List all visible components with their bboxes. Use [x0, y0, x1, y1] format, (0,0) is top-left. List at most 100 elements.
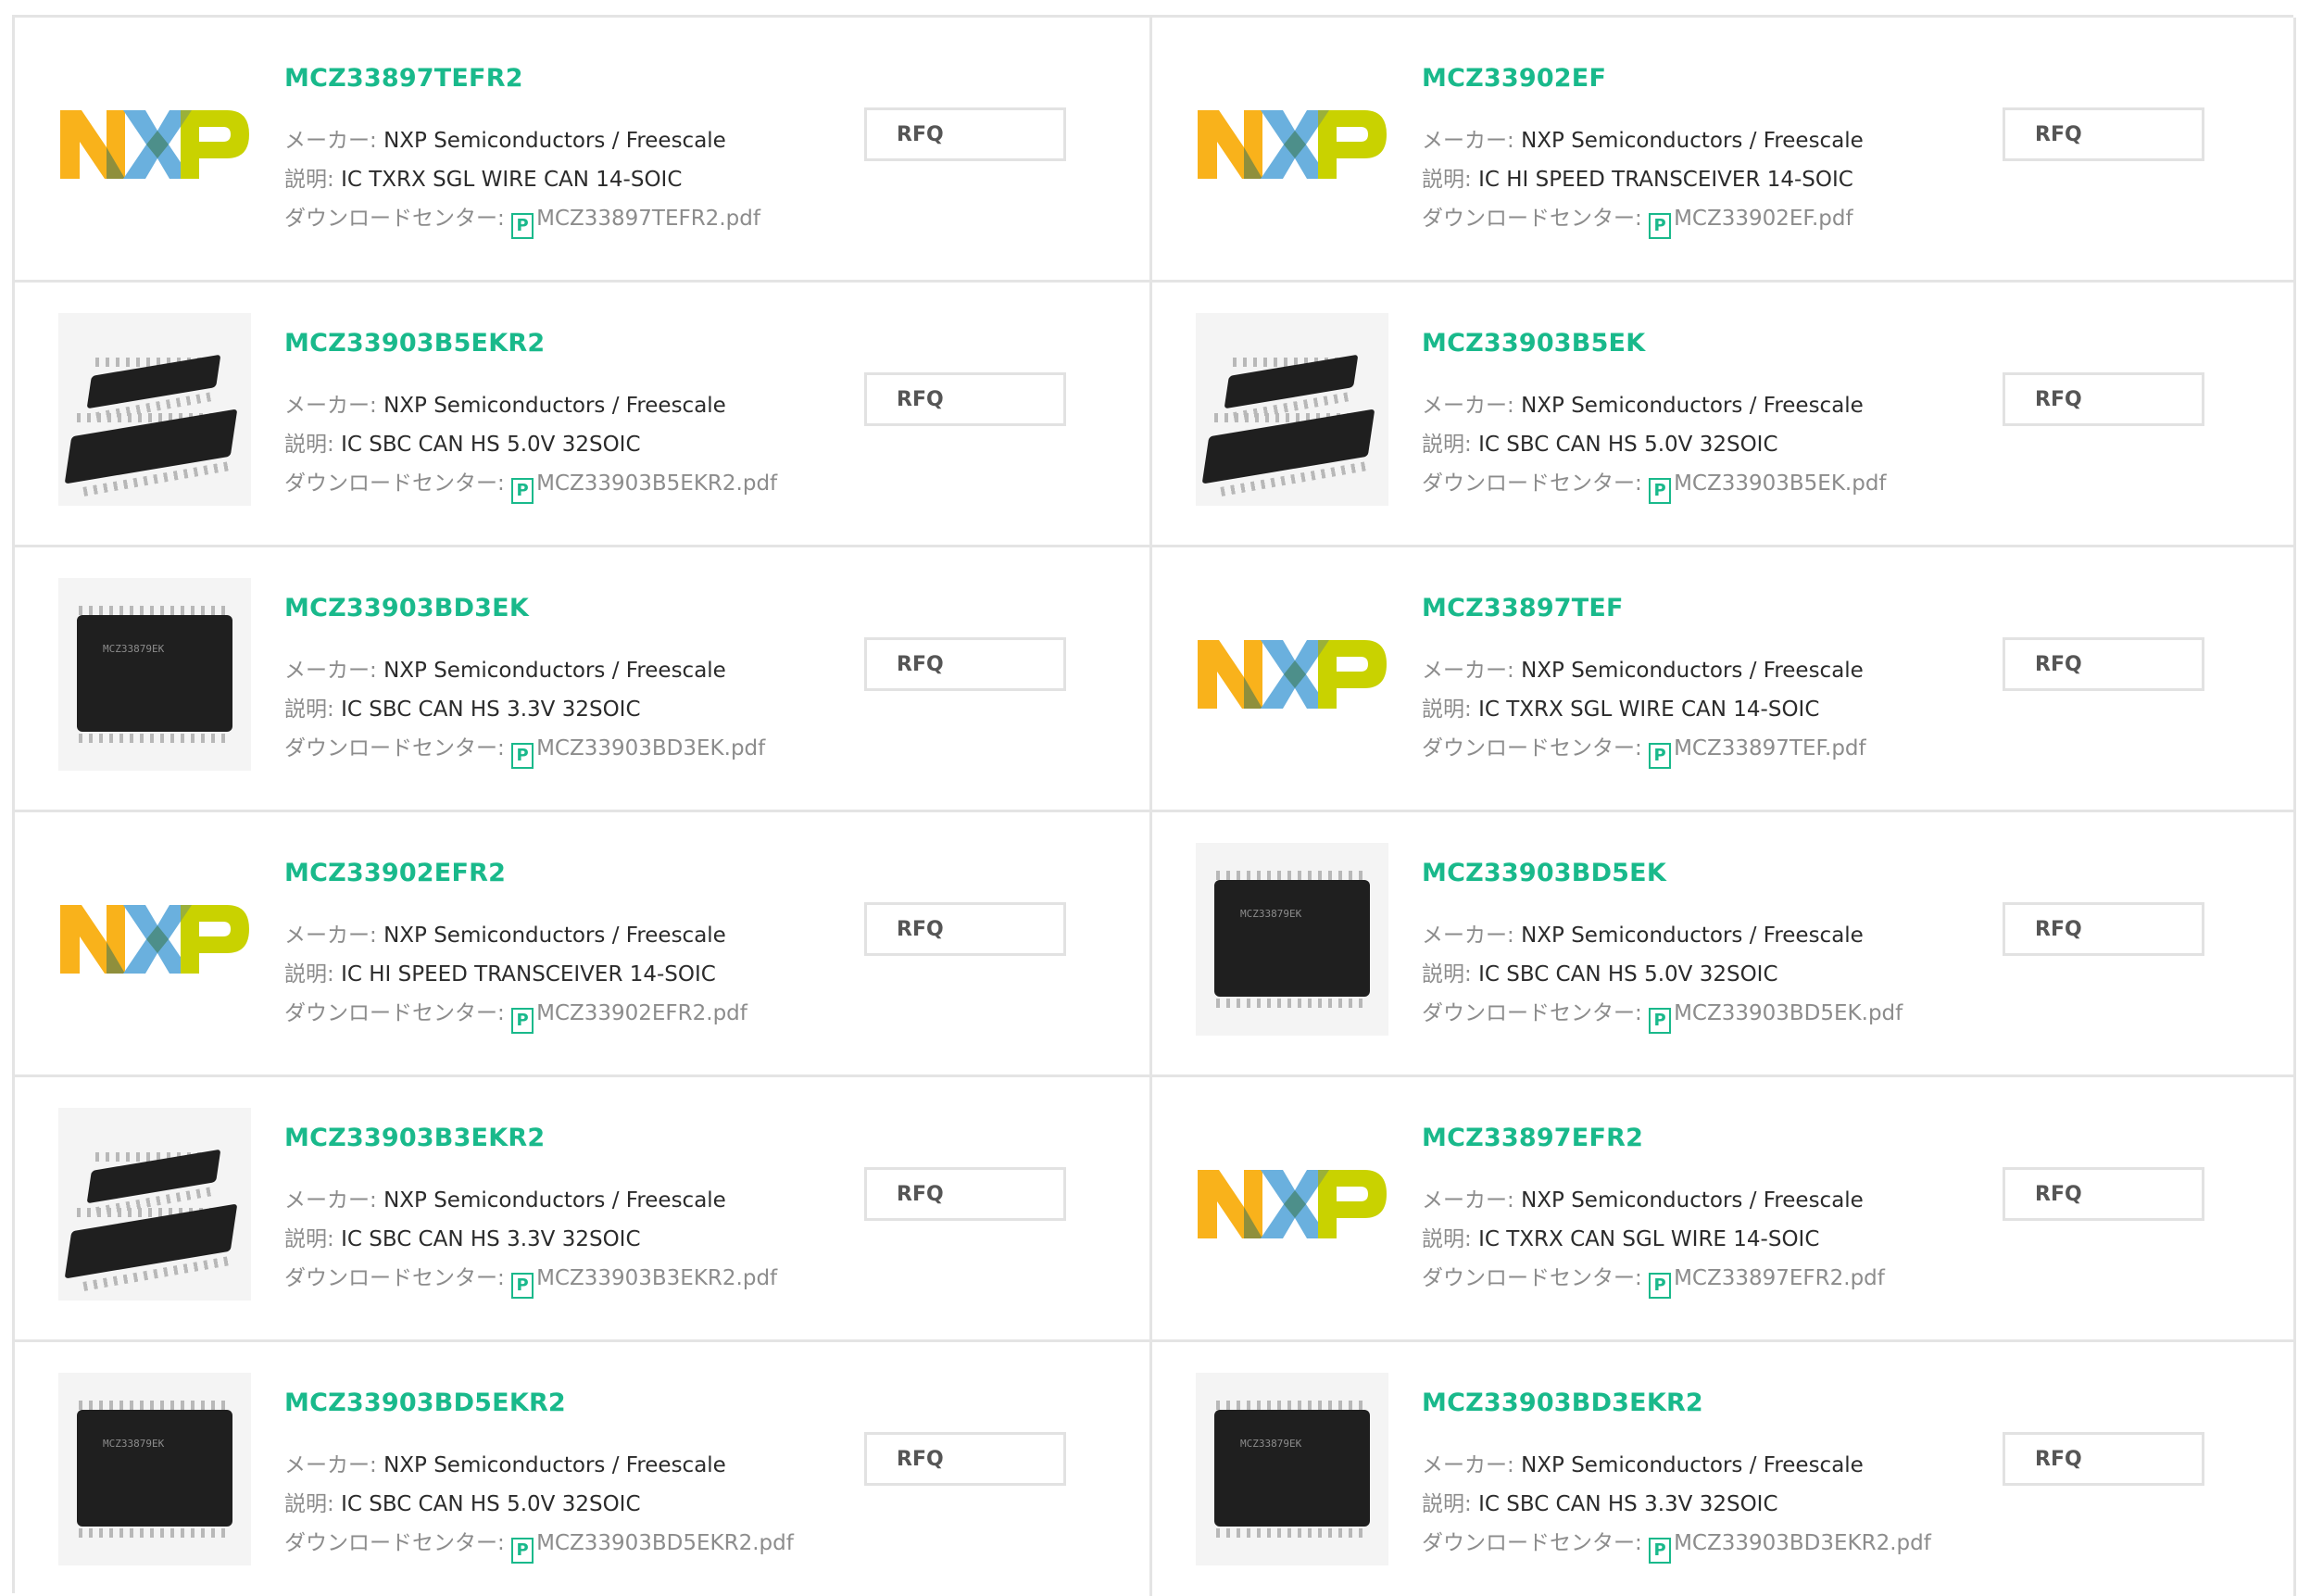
- description-line: 説明: IC TXRX SGL WIRE CAN 14-SOIC: [1422, 691, 1819, 723]
- part-number-link[interactable]: MCZ33902EF: [1422, 64, 1606, 93]
- rfq-button[interactable]: RFQ: [864, 372, 1066, 426]
- datasheet-link[interactable]: P MCZ33902EFR2.pdf: [511, 1001, 747, 1034]
- datasheet-link[interactable]: P MCZ33897TEF.pdf: [1649, 736, 1866, 769]
- product-card: MCZ33902EFR2 メーカー: NXP Semiconductors / …: [15, 812, 1152, 1077]
- description-value: IC SBC CAN HS 5.0V 32SOIC: [1478, 962, 1778, 987]
- description-label: 説明:: [1422, 168, 1479, 192]
- datasheet-link[interactable]: P MCZ33903BD3EK.pdf: [511, 736, 766, 769]
- chip-pair-image: [1196, 313, 1388, 506]
- part-number-link[interactable]: MCZ33903BD5EKR2: [284, 1389, 566, 1417]
- description-line: 説明: IC HI SPEED TRANSCEIVER 14-SOIC: [1422, 161, 1853, 193]
- description-value: IC TXRX SGL WIRE CAN 14-SOIC: [1478, 697, 1820, 722]
- part-number-link[interactable]: MCZ33903B5EK: [1422, 329, 1645, 358]
- description-label: 説明:: [284, 697, 342, 722]
- chip-image: MCZ33879EK: [58, 578, 251, 771]
- description-value: IC TXRX SGL WIRE CAN 14-SOIC: [341, 168, 683, 192]
- nxp-logo-icon: [60, 905, 249, 974]
- datasheet-link[interactable]: P MCZ33897TEFR2.pdf: [511, 207, 760, 239]
- product-thumbnail[interactable]: MCZ33879EK: [58, 578, 251, 771]
- datasheet-link[interactable]: P MCZ33903B5EK.pdf: [1649, 471, 1887, 504]
- download-line: ダウンロードセンター: P MCZ33903B5EKR2.pdf: [284, 465, 777, 504]
- product-thumbnail[interactable]: [58, 313, 251, 506]
- maker-value: NXP Semiconductors / Freescale: [383, 659, 726, 683]
- download-line: ダウンロードセンター: P MCZ33902EFR2.pdf: [284, 995, 747, 1034]
- download-label: ダウンロードセンター:: [1422, 1266, 1650, 1290]
- nxp-logo-icon: [1198, 640, 1387, 709]
- description-line: 説明: IC SBC CAN HS 3.3V 32SOIC: [284, 1221, 641, 1252]
- chip-image: MCZ33879EK: [1196, 843, 1388, 1036]
- description-line: 説明: IC TXRX SGL WIRE CAN 14-SOIC: [284, 161, 682, 193]
- download-label: ダウンロードセンター:: [284, 1531, 512, 1555]
- rfq-button[interactable]: RFQ: [864, 1432, 1066, 1486]
- part-number-link[interactable]: MCZ33903BD5EK: [1422, 859, 1666, 887]
- rfq-button[interactable]: RFQ: [2003, 372, 2204, 426]
- maker-value: NXP Semiconductors / Freescale: [1521, 1188, 1864, 1213]
- rfq-button[interactable]: RFQ: [2003, 637, 2204, 691]
- description-line: 説明: IC SBC CAN HS 5.0V 32SOIC: [1422, 426, 1778, 458]
- product-card: MCZ33897TEF メーカー: NXP Semiconductors / F…: [1152, 547, 2296, 812]
- description-value: IC SBC CAN HS 5.0V 32SOIC: [1478, 433, 1778, 457]
- download-line: ダウンロードセンター: P MCZ33897TEF.pdf: [1422, 730, 1866, 769]
- part-number-link[interactable]: MCZ33903B3EKR2: [284, 1124, 545, 1152]
- rfq-button[interactable]: RFQ: [2003, 107, 2204, 161]
- datasheet-filename: MCZ33897EFR2.pdf: [1674, 1266, 1885, 1290]
- part-number-link[interactable]: MCZ33903B5EKR2: [284, 329, 545, 358]
- datasheet-link[interactable]: P MCZ33903BD5EKR2.pdf: [511, 1531, 794, 1564]
- product-card: MCZ33897TEFR2 メーカー: NXP Semiconductors /…: [15, 18, 1152, 283]
- datasheet-link[interactable]: P MCZ33903B5EKR2.pdf: [511, 471, 777, 504]
- part-number-link[interactable]: MCZ33897TEF: [1422, 594, 1624, 622]
- datasheet-link[interactable]: P MCZ33897EFR2.pdf: [1649, 1266, 1885, 1299]
- datasheet-link[interactable]: P MCZ33902EF.pdf: [1649, 207, 1853, 239]
- product-thumbnail[interactable]: MCZ33879EK: [1196, 843, 1388, 1036]
- datasheet-link[interactable]: P MCZ33903B3EKR2.pdf: [511, 1266, 777, 1299]
- rfq-button[interactable]: RFQ: [864, 637, 1066, 691]
- rfq-button[interactable]: RFQ: [864, 107, 1066, 161]
- maker-line: メーカー: NXP Semiconductors / Freescale: [1422, 122, 1864, 154]
- product-thumbnail[interactable]: [1196, 313, 1388, 506]
- download-label: ダウンロードセンター:: [284, 736, 512, 760]
- datasheet-filename: MCZ33903BD3EKR2.pdf: [1674, 1531, 1931, 1555]
- description-value: IC HI SPEED TRANSCEIVER 14-SOIC: [341, 962, 716, 987]
- description-label: 説明:: [1422, 1492, 1479, 1516]
- datasheet-link[interactable]: P MCZ33903BD5EK.pdf: [1649, 1001, 1902, 1034]
- download-label: ダウンロードセンター:: [1422, 207, 1650, 231]
- product-thumbnail[interactable]: [1196, 578, 1388, 771]
- datasheet-filename: MCZ33902EF.pdf: [1674, 207, 1853, 231]
- product-thumbnail[interactable]: [1196, 48, 1388, 241]
- part-number-link[interactable]: MCZ33897TEFR2: [284, 64, 523, 93]
- product-thumbnail[interactable]: [58, 843, 251, 1036]
- rfq-button[interactable]: RFQ: [2003, 1432, 2204, 1486]
- pdf-icon: P: [511, 1538, 534, 1564]
- maker-label: メーカー:: [284, 394, 384, 418]
- datasheet-link[interactable]: P MCZ33903BD3EKR2.pdf: [1649, 1531, 1931, 1564]
- maker-value: NXP Semiconductors / Freescale: [1521, 129, 1864, 153]
- rfq-button[interactable]: RFQ: [2003, 902, 2204, 956]
- nxp-logo-icon: [1198, 1170, 1387, 1238]
- product-thumbnail[interactable]: MCZ33879EK: [58, 1373, 251, 1565]
- nxp-logo-icon: [60, 110, 249, 179]
- maker-line: メーカー: NXP Semiconductors / Freescale: [284, 652, 726, 684]
- download-label: ダウンロードセンター:: [284, 1266, 512, 1290]
- part-number-link[interactable]: MCZ33902EFR2: [284, 859, 506, 887]
- maker-line: メーカー: NXP Semiconductors / Freescale: [284, 1182, 726, 1213]
- product-thumbnail[interactable]: [1196, 1108, 1388, 1301]
- rfq-button[interactable]: RFQ: [2003, 1167, 2204, 1221]
- description-label: 説明:: [284, 962, 342, 987]
- description-line: 説明: IC TXRX CAN SGL WIRE 14-SOIC: [1422, 1221, 1819, 1252]
- description-label: 説明:: [284, 1227, 342, 1251]
- download-line: ダウンロードセンター: P MCZ33903BD3EKR2.pdf: [1422, 1525, 1931, 1564]
- part-number-link[interactable]: MCZ33897EFR2: [1422, 1124, 1643, 1152]
- rfq-button[interactable]: RFQ: [864, 902, 1066, 956]
- part-number-link[interactable]: MCZ33903BD3EK: [284, 594, 529, 622]
- datasheet-filename: MCZ33903BD3EK.pdf: [536, 736, 766, 760]
- product-thumbnail[interactable]: MCZ33879EK: [1196, 1373, 1388, 1565]
- description-line: 説明: IC SBC CAN HS 3.3V 32SOIC: [284, 691, 641, 723]
- part-number-link[interactable]: MCZ33903BD3EKR2: [1422, 1389, 1703, 1417]
- product-thumbnail[interactable]: [58, 48, 251, 241]
- maker-value: NXP Semiconductors / Freescale: [383, 129, 726, 153]
- datasheet-filename: MCZ33897TEF.pdf: [1674, 736, 1866, 760]
- product-thumbnail[interactable]: [58, 1108, 251, 1301]
- product-card: MCZ33903B5EKR2 メーカー: NXP Semiconductors …: [15, 283, 1152, 547]
- maker-value: NXP Semiconductors / Freescale: [1521, 659, 1864, 683]
- rfq-button[interactable]: RFQ: [864, 1167, 1066, 1221]
